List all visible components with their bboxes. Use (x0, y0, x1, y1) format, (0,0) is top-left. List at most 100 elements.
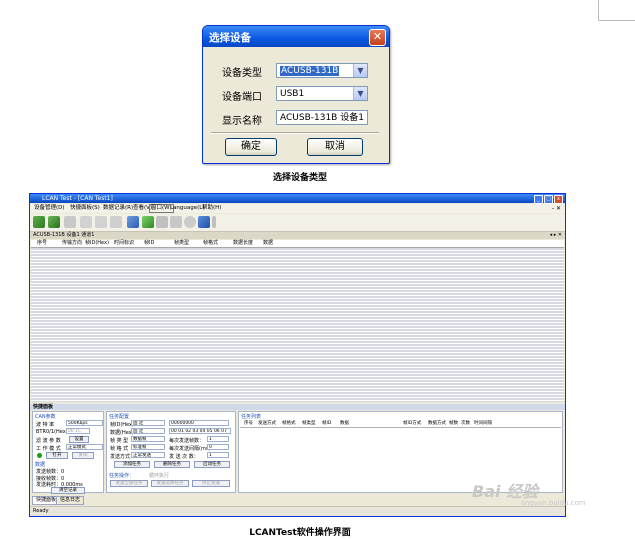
task-list-header: 任务列表 (241, 414, 262, 420)
menu-shortcut[interactable]: 快捷面板(S) (70, 204, 100, 213)
col-data-length: 数据长度 (233, 240, 254, 246)
dialog-divider (211, 132, 379, 134)
maximize-icon[interactable]: □ (544, 195, 553, 204)
status-bar: Ready (30, 506, 565, 516)
tab-info-log[interactable]: 信息日志 (56, 496, 85, 505)
frame-type-label: 帧 类 型 (110, 438, 129, 444)
close-icon[interactable]: x (554, 195, 563, 204)
mdi-controls[interactable]: - ✕ (552, 204, 561, 213)
start-task-button[interactable]: 启动任务 (194, 461, 230, 468)
caption-lcantest-ui: LCANTest软件操作界面 (249, 528, 351, 538)
stats-header: 数据 (35, 462, 46, 468)
can-params-panel: CAN参数 波 特 率 500Kbps BTR0/1(Hex) 00 1C 滤 … (32, 411, 104, 494)
lcantest-window: LCAN Test - [CAN Test1] _ □ x 设备管理(D) 快捷… (29, 193, 566, 517)
device-type-select[interactable]: ACUSB-131B ▼ (276, 63, 368, 78)
data-mode-select[interactable]: 固 定 (131, 428, 165, 434)
task-op-header: 任务操作： (109, 473, 135, 479)
send-all-tasks-button[interactable]: 发送全部任务 (110, 480, 148, 487)
chevron-down-icon[interactable]: ▼ (353, 87, 367, 100)
id-mode-select[interactable]: 固 定 (131, 420, 165, 426)
table-header: 序号 传输方向 帧ID(Hex) 时间标识 帧ID 帧类型 帧格式 数据长度 数… (31, 240, 564, 248)
id-input[interactable]: 00000000 (169, 420, 229, 426)
task-config-header: 任务配置 (109, 414, 130, 420)
frame-type-select[interactable]: 数据帧 (131, 436, 165, 442)
open-icon[interactable] (80, 216, 92, 228)
chevron-down-icon[interactable]: ▼ (353, 64, 367, 77)
device-port-select[interactable]: USB1 ▼ (276, 86, 368, 101)
app-title-bar: LCAN Test - [CAN Test1] _ □ x (30, 194, 565, 204)
task-col-id-mode: 帧ID方式 (403, 421, 422, 426)
data-input[interactable]: 00 01 02 03 04 05 06 07 (169, 428, 231, 434)
send-selected-tasks-button[interactable]: 发送选择任务 (151, 480, 189, 487)
menu-record[interactable]: 数据记录(R) (103, 204, 133, 213)
reset-icon[interactable] (110, 216, 122, 228)
col-index: 序号 (37, 240, 48, 246)
shortcut-panel-title: 快捷面板 (30, 404, 565, 410)
send-mode-select[interactable]: 正常发送 (131, 452, 165, 458)
can-params-header: CAN参数 (35, 414, 56, 420)
watermark-url: jingyan.baidu.com (521, 499, 586, 507)
device-channel-tab[interactable]: ACUSB-131B 设备1 通道1 ◂ ▸ ✕ (30, 232, 565, 239)
btr-input[interactable]: 00 1C (66, 428, 90, 434)
task-col-times: 次数 (461, 421, 470, 426)
status-indicator-icon (37, 453, 42, 458)
open-channel-button[interactable]: 打开 (46, 452, 68, 459)
task-col-send-mode: 发送方式 (258, 421, 276, 426)
col-frame-format: 帧格式 (203, 240, 219, 246)
info-icon[interactable] (184, 216, 196, 228)
close-channel-button[interactable]: 关闭 (72, 452, 94, 459)
baud-label: 波 特 率 (36, 422, 55, 428)
minimize-icon[interactable]: _ (534, 195, 543, 204)
repeat-input[interactable]: 1 (207, 452, 229, 458)
menu-device[interactable]: 设备管理(D) (34, 204, 65, 213)
stop-send-button[interactable]: 停止发送 (192, 480, 230, 487)
filter-setting-button[interactable]: 设置 (69, 436, 89, 443)
clear-records-button[interactable]: 清空记录 (51, 487, 85, 494)
baud-select[interactable]: 500Kbps (66, 420, 103, 426)
delete-task-button[interactable]: 删除任务 (154, 461, 190, 468)
task-col-type: 帧类型 (302, 421, 316, 426)
close-device-icon[interactable] (95, 216, 107, 228)
dialog-title-bar: 选择设备 ✕ (203, 26, 389, 47)
interval-input[interactable]: 0 (207, 444, 229, 450)
clear-icon[interactable] (170, 216, 182, 228)
frame-format-select[interactable]: 标准帧 (131, 444, 165, 450)
dialog-title: 选择设备 (209, 32, 251, 44)
sent-count: 发送帧数：0 (36, 469, 65, 475)
frame-format-label: 帧 格 式 (110, 446, 129, 452)
col-frame-id: 帧ID (144, 240, 155, 246)
device-port-value: USB1 (280, 89, 305, 99)
mode-select[interactable]: 正常模式 (66, 444, 103, 450)
task-col-format: 帧格式 (282, 421, 296, 426)
count-input[interactable]: 1 (207, 436, 229, 442)
menu-language[interactable]: Language(L) (170, 204, 205, 213)
mode-label: 工 作 模 式 (36, 446, 61, 452)
status-text: Ready (33, 508, 49, 514)
dialog-close-button[interactable]: ✕ (369, 29, 386, 46)
app-title: LCAN Test - [CAN Test1] (42, 195, 113, 202)
stop-icon[interactable] (156, 216, 168, 228)
cancel-button[interactable]: 取消 (307, 138, 363, 156)
add-task-button[interactable]: 添加任务 (114, 461, 150, 468)
device-icon[interactable] (64, 216, 76, 228)
filter-label: 滤 波 参 数 (36, 438, 61, 444)
ok-button[interactable]: 确定 (225, 138, 277, 156)
menu-help[interactable]: 帮助(H) (202, 204, 221, 213)
display-name-input[interactable]: ACUSB-131B 设备1 (276, 110, 368, 125)
task-col-index: 序号 (244, 421, 253, 426)
col-direction: 传输方向 (62, 240, 83, 246)
connect-icon[interactable] (33, 216, 45, 228)
tab-nav-icons[interactable]: ◂ ▸ ✕ (550, 232, 562, 239)
task-col-interval: 时间间隔 (474, 421, 492, 426)
send-mode-label: 发送方式 (110, 454, 131, 460)
task-list-columns: 序号 发送方式 帧格式 帧类型 帧ID 数据 帧ID方式 数据方式 帧数 次数 … (240, 420, 561, 428)
start-icon[interactable] (127, 216, 139, 228)
table-rows[interactable] (31, 248, 564, 402)
record-icon[interactable] (142, 216, 154, 228)
loop-checkbox[interactable]: 循环执行 (149, 472, 169, 479)
device-port-label: 设备端口 (222, 92, 262, 103)
repeat-label: 发 送 次 数： (169, 454, 199, 460)
disconnect-icon[interactable] (48, 216, 60, 228)
task-col-data: 数据 (340, 421, 349, 426)
dsp-icon[interactable] (198, 216, 210, 228)
